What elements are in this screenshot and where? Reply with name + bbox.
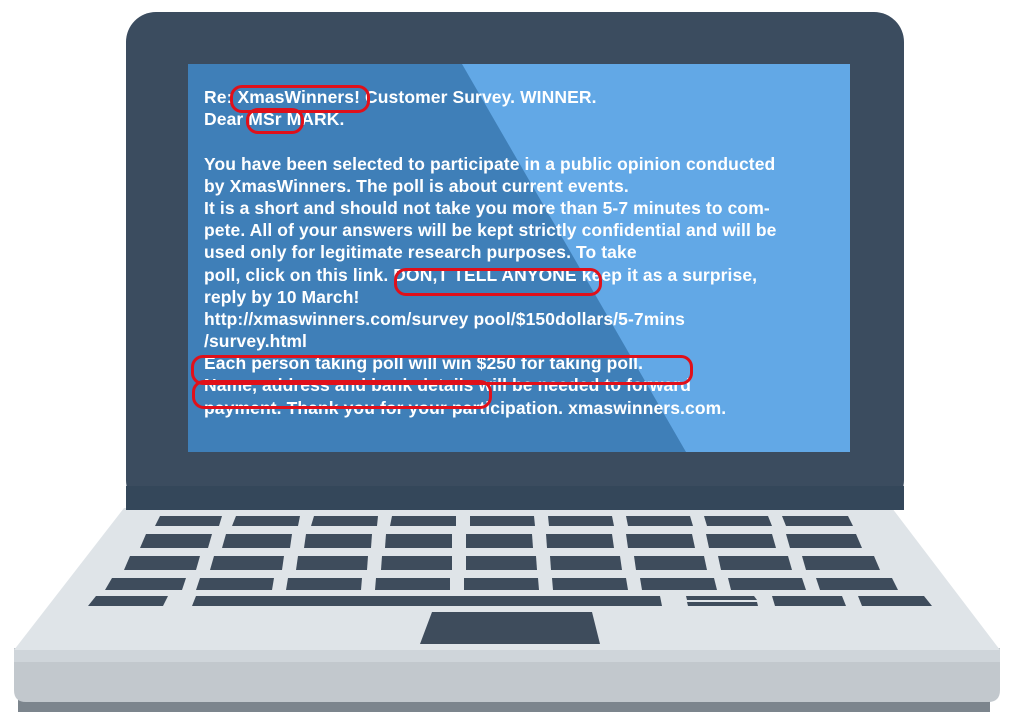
email-link-line[interactable]: http://xmaswinners.com/survey pool/$150d… (204, 308, 844, 330)
bezel-bottom-band (126, 486, 904, 510)
key[interactable] (546, 534, 614, 548)
email-body-line: You have been selected to participate in… (204, 153, 776, 174)
key[interactable] (196, 578, 274, 590)
email-body-line: used only for legitimate research purpos… (204, 242, 637, 263)
key[interactable] (466, 556, 537, 570)
key[interactable] (548, 516, 614, 526)
keyboard-deck-edge (14, 650, 1000, 662)
trackpad[interactable] (420, 612, 600, 644)
key[interactable] (640, 578, 717, 590)
email-blank-line (204, 130, 844, 152)
highlight-personal-data-request (192, 380, 492, 409)
key[interactable] (858, 596, 932, 606)
key[interactable] (304, 534, 372, 548)
key[interactable] (88, 596, 168, 606)
key[interactable] (140, 534, 212, 548)
email-body-line: It is a short and should not take you mo… (204, 197, 770, 218)
key[interactable] (626, 516, 693, 526)
key[interactable] (105, 578, 186, 590)
highlight-recipient-title (246, 108, 304, 134)
key[interactable] (381, 556, 452, 570)
key[interactable] (375, 578, 450, 590)
highlight-secrecy-demand (394, 268, 602, 296)
key[interactable] (718, 556, 792, 570)
key[interactable] (466, 534, 533, 548)
key[interactable] (686, 596, 757, 600)
key[interactable] (552, 578, 628, 590)
key[interactable] (296, 556, 368, 570)
key[interactable] (802, 556, 880, 570)
key[interactable] (728, 578, 806, 590)
key[interactable] (390, 516, 456, 526)
key[interactable] (210, 556, 284, 570)
key[interactable] (816, 578, 898, 590)
key[interactable] (786, 534, 862, 548)
key[interactable] (464, 578, 539, 590)
email-body-line: pete. All of your answers will be kept s… (204, 220, 777, 241)
key[interactable] (470, 516, 535, 526)
key[interactable] (124, 556, 200, 570)
email-body-line: by XmasWinners. The poll is about curren… (204, 175, 629, 196)
key[interactable] (687, 602, 758, 606)
key[interactable] (232, 516, 300, 526)
key[interactable] (222, 534, 292, 548)
key[interactable] (626, 534, 695, 548)
key[interactable] (772, 596, 846, 606)
spacebar-key[interactable] (192, 596, 662, 606)
key[interactable] (286, 578, 362, 590)
key[interactable] (634, 556, 707, 570)
key[interactable] (706, 534, 776, 548)
key[interactable] (311, 516, 378, 526)
key[interactable] (704, 516, 772, 526)
key[interactable] (782, 516, 853, 526)
key[interactable] (155, 516, 222, 526)
key[interactable] (385, 534, 452, 548)
key[interactable] (550, 556, 622, 570)
email-link-line[interactable]: /survey.html (204, 330, 844, 352)
